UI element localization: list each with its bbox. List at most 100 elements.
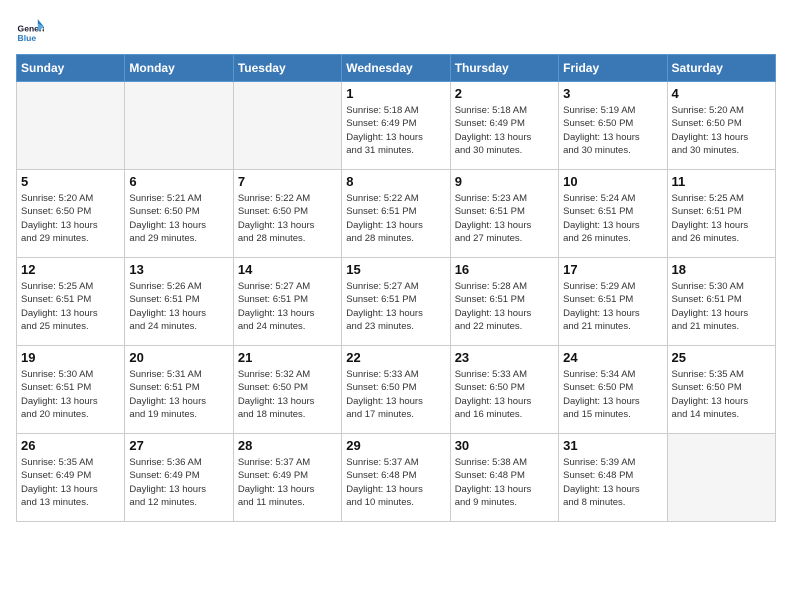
day-info: Sunrise: 5:35 AM Sunset: 6:49 PM Dayligh… (21, 456, 120, 509)
calendar-cell: 3 Sunrise: 5:19 AM Sunset: 6:50 PM Daylig… (559, 82, 667, 170)
day-number: 15 (346, 262, 445, 277)
day-info: Sunrise: 5:36 AM Sunset: 6:49 PM Dayligh… (129, 456, 228, 509)
day-info: Sunrise: 5:29 AM Sunset: 6:51 PM Dayligh… (563, 280, 662, 333)
day-number: 26 (21, 438, 120, 453)
calendar-cell (667, 434, 775, 522)
day-info: Sunrise: 5:22 AM Sunset: 6:51 PM Dayligh… (346, 192, 445, 245)
day-number: 9 (455, 174, 554, 189)
week-row-3: 12Sunrise: 5:25 AM Sunset: 6:51 PM Dayli… (17, 258, 776, 346)
calendar-cell: 2 Sunrise: 5:18 AM Sunset: 6:49 PM Daylig… (450, 82, 558, 170)
day-number: 28 (238, 438, 337, 453)
calendar-cell: 30 Sunrise: 5:38 AM Sunset: 6:48 PM Dayli… (450, 434, 558, 522)
day-number: 18 (672, 262, 771, 277)
day-info: Sunrise: 5:32 AM Sunset: 6:50 PM Dayligh… (238, 368, 337, 421)
calendar-cell: 25 Sunrise: 5:35 AM Sunset: 6:50 PM Dayli… (667, 346, 775, 434)
day-info: Sunrise: 5:30 AM Sunset: 6:51 PM Dayligh… (672, 280, 771, 333)
day-info: Sunrise: 5:18 AM Sunset: 6:49 PM Dayligh… (455, 104, 554, 157)
day-number: 30 (455, 438, 554, 453)
week-row-1: 1 Sunrise: 5:18 AM Sunset: 6:49 PM Daylig… (17, 82, 776, 170)
day-info: Sunrise: 5:27 AM Sunset: 6:51 PM Dayligh… (346, 280, 445, 333)
col-header-wednesday: Wednesday (342, 55, 450, 82)
day-number: 1 (346, 86, 445, 101)
calendar-cell: 15 Sunrise: 5:27 AM Sunset: 6:51 PM Dayli… (342, 258, 450, 346)
day-info: Sunrise: 5:24 AM Sunset: 6:51 PM Dayligh… (563, 192, 662, 245)
calendar-cell: 8 Sunrise: 5:22 AM Sunset: 6:51 PM Daylig… (342, 170, 450, 258)
calendar-cell: 19 Sunrise: 5:30 AM Sunset: 6:51 PM Dayli… (17, 346, 125, 434)
calendar-cell: 1 Sunrise: 5:18 AM Sunset: 6:49 PM Daylig… (342, 82, 450, 170)
col-header-thursday: Thursday (450, 55, 558, 82)
col-header-friday: Friday (559, 55, 667, 82)
day-number: 8 (346, 174, 445, 189)
calendar-cell: 21 Sunrise: 5:32 AM Sunset: 6:50 PM Dayli… (233, 346, 341, 434)
day-info: Sunrise: 5:18 AM Sunset: 6:49 PM Dayligh… (346, 104, 445, 157)
day-info: Sunrise: 5:31 AM Sunset: 6:51 PM Dayligh… (129, 368, 228, 421)
col-header-sunday: Sunday (17, 55, 125, 82)
day-number: 24 (563, 350, 662, 365)
col-header-tuesday: Tuesday (233, 55, 341, 82)
calendar-cell: 11Sunrise: 5:25 AM Sunset: 6:51 PM Dayli… (667, 170, 775, 258)
day-info: Sunrise: 5:23 AM Sunset: 6:51 PM Dayligh… (455, 192, 554, 245)
calendar-cell: 27Sunrise: 5:36 AM Sunset: 6:49 PM Dayli… (125, 434, 233, 522)
day-number: 16 (455, 262, 554, 277)
calendar-cell: 12Sunrise: 5:25 AM Sunset: 6:51 PM Dayli… (17, 258, 125, 346)
header-row: SundayMondayTuesdayWednesdayThursdayFrid… (17, 55, 776, 82)
calendar-cell: 4 Sunrise: 5:20 AM Sunset: 6:50 PM Daylig… (667, 82, 775, 170)
day-info: Sunrise: 5:30 AM Sunset: 6:51 PM Dayligh… (21, 368, 120, 421)
day-number: 5 (21, 174, 120, 189)
day-number: 21 (238, 350, 337, 365)
day-number: 19 (21, 350, 120, 365)
calendar-cell: 10 Sunrise: 5:24 AM Sunset: 6:51 PM Dayli… (559, 170, 667, 258)
day-number: 4 (672, 86, 771, 101)
calendar-cell (233, 82, 341, 170)
calendar-cell: 31 Sunrise: 5:39 AM Sunset: 6:48 PM Dayli… (559, 434, 667, 522)
day-number: 12 (21, 262, 120, 277)
svg-text:Blue: Blue (18, 33, 37, 43)
calendar-cell: 9 Sunrise: 5:23 AM Sunset: 6:51 PM Daylig… (450, 170, 558, 258)
day-info: Sunrise: 5:20 AM Sunset: 6:50 PM Dayligh… (21, 192, 120, 245)
day-number: 23 (455, 350, 554, 365)
day-info: Sunrise: 5:27 AM Sunset: 6:51 PM Dayligh… (238, 280, 337, 333)
calendar-cell: 23 Sunrise: 5:33 AM Sunset: 6:50 PM Dayli… (450, 346, 558, 434)
calendar-cell: 18 Sunrise: 5:30 AM Sunset: 6:51 PM Dayli… (667, 258, 775, 346)
day-number: 6 (129, 174, 228, 189)
day-number: 7 (238, 174, 337, 189)
page-header: General Blue (16, 16, 776, 44)
day-number: 14 (238, 262, 337, 277)
day-number: 3 (563, 86, 662, 101)
day-info: Sunrise: 5:20 AM Sunset: 6:50 PM Dayligh… (672, 104, 771, 157)
day-number: 31 (563, 438, 662, 453)
day-info: Sunrise: 5:19 AM Sunset: 6:50 PM Dayligh… (563, 104, 662, 157)
calendar-cell: 20Sunrise: 5:31 AM Sunset: 6:51 PM Dayli… (125, 346, 233, 434)
day-number: 11 (672, 174, 771, 189)
day-number: 17 (563, 262, 662, 277)
day-number: 13 (129, 262, 228, 277)
day-number: 25 (672, 350, 771, 365)
col-header-saturday: Saturday (667, 55, 775, 82)
calendar-cell: 28 Sunrise: 5:37 AM Sunset: 6:49 PM Dayli… (233, 434, 341, 522)
day-info: Sunrise: 5:22 AM Sunset: 6:50 PM Dayligh… (238, 192, 337, 245)
day-info: Sunrise: 5:26 AM Sunset: 6:51 PM Dayligh… (129, 280, 228, 333)
calendar-cell: 17 Sunrise: 5:29 AM Sunset: 6:51 PM Dayli… (559, 258, 667, 346)
logo-icon: General Blue (16, 16, 44, 44)
calendar-cell: 24Sunrise: 5:34 AM Sunset: 6:50 PM Dayli… (559, 346, 667, 434)
calendar-cell: 5 Sunrise: 5:20 AM Sunset: 6:50 PM Daylig… (17, 170, 125, 258)
calendar-table: SundayMondayTuesdayWednesdayThursdayFrid… (16, 54, 776, 522)
calendar-cell: 7 Sunrise: 5:22 AM Sunset: 6:50 PM Daylig… (233, 170, 341, 258)
week-row-5: 26 Sunrise: 5:35 AM Sunset: 6:49 PM Dayli… (17, 434, 776, 522)
day-info: Sunrise: 5:33 AM Sunset: 6:50 PM Dayligh… (346, 368, 445, 421)
week-row-2: 5 Sunrise: 5:20 AM Sunset: 6:50 PM Daylig… (17, 170, 776, 258)
day-info: Sunrise: 5:37 AM Sunset: 6:49 PM Dayligh… (238, 456, 337, 509)
calendar-cell (17, 82, 125, 170)
calendar-cell: 29Sunrise: 5:37 AM Sunset: 6:48 PM Dayli… (342, 434, 450, 522)
day-number: 22 (346, 350, 445, 365)
day-info: Sunrise: 5:35 AM Sunset: 6:50 PM Dayligh… (672, 368, 771, 421)
day-info: Sunrise: 5:33 AM Sunset: 6:50 PM Dayligh… (455, 368, 554, 421)
col-header-monday: Monday (125, 55, 233, 82)
calendar-cell: 16Sunrise: 5:28 AM Sunset: 6:51 PM Dayli… (450, 258, 558, 346)
logo: General Blue (16, 16, 48, 44)
day-number: 2 (455, 86, 554, 101)
day-info: Sunrise: 5:38 AM Sunset: 6:48 PM Dayligh… (455, 456, 554, 509)
calendar-cell (125, 82, 233, 170)
day-info: Sunrise: 5:39 AM Sunset: 6:48 PM Dayligh… (563, 456, 662, 509)
day-number: 10 (563, 174, 662, 189)
